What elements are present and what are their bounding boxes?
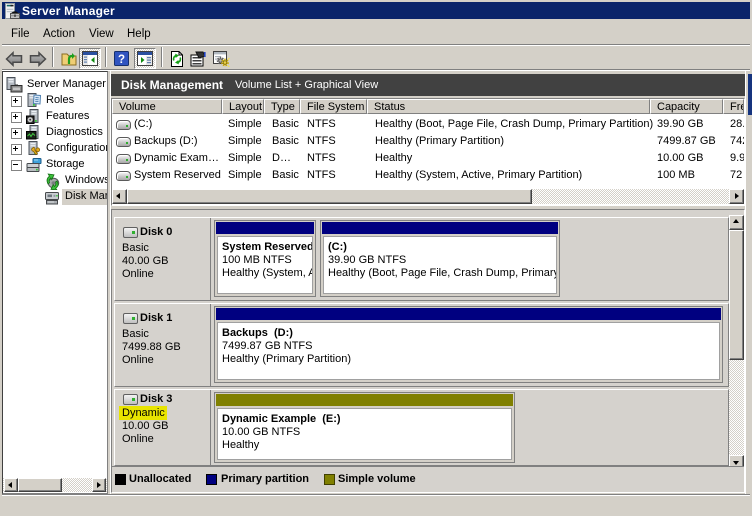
svg-text:?: ? bbox=[118, 54, 125, 66]
